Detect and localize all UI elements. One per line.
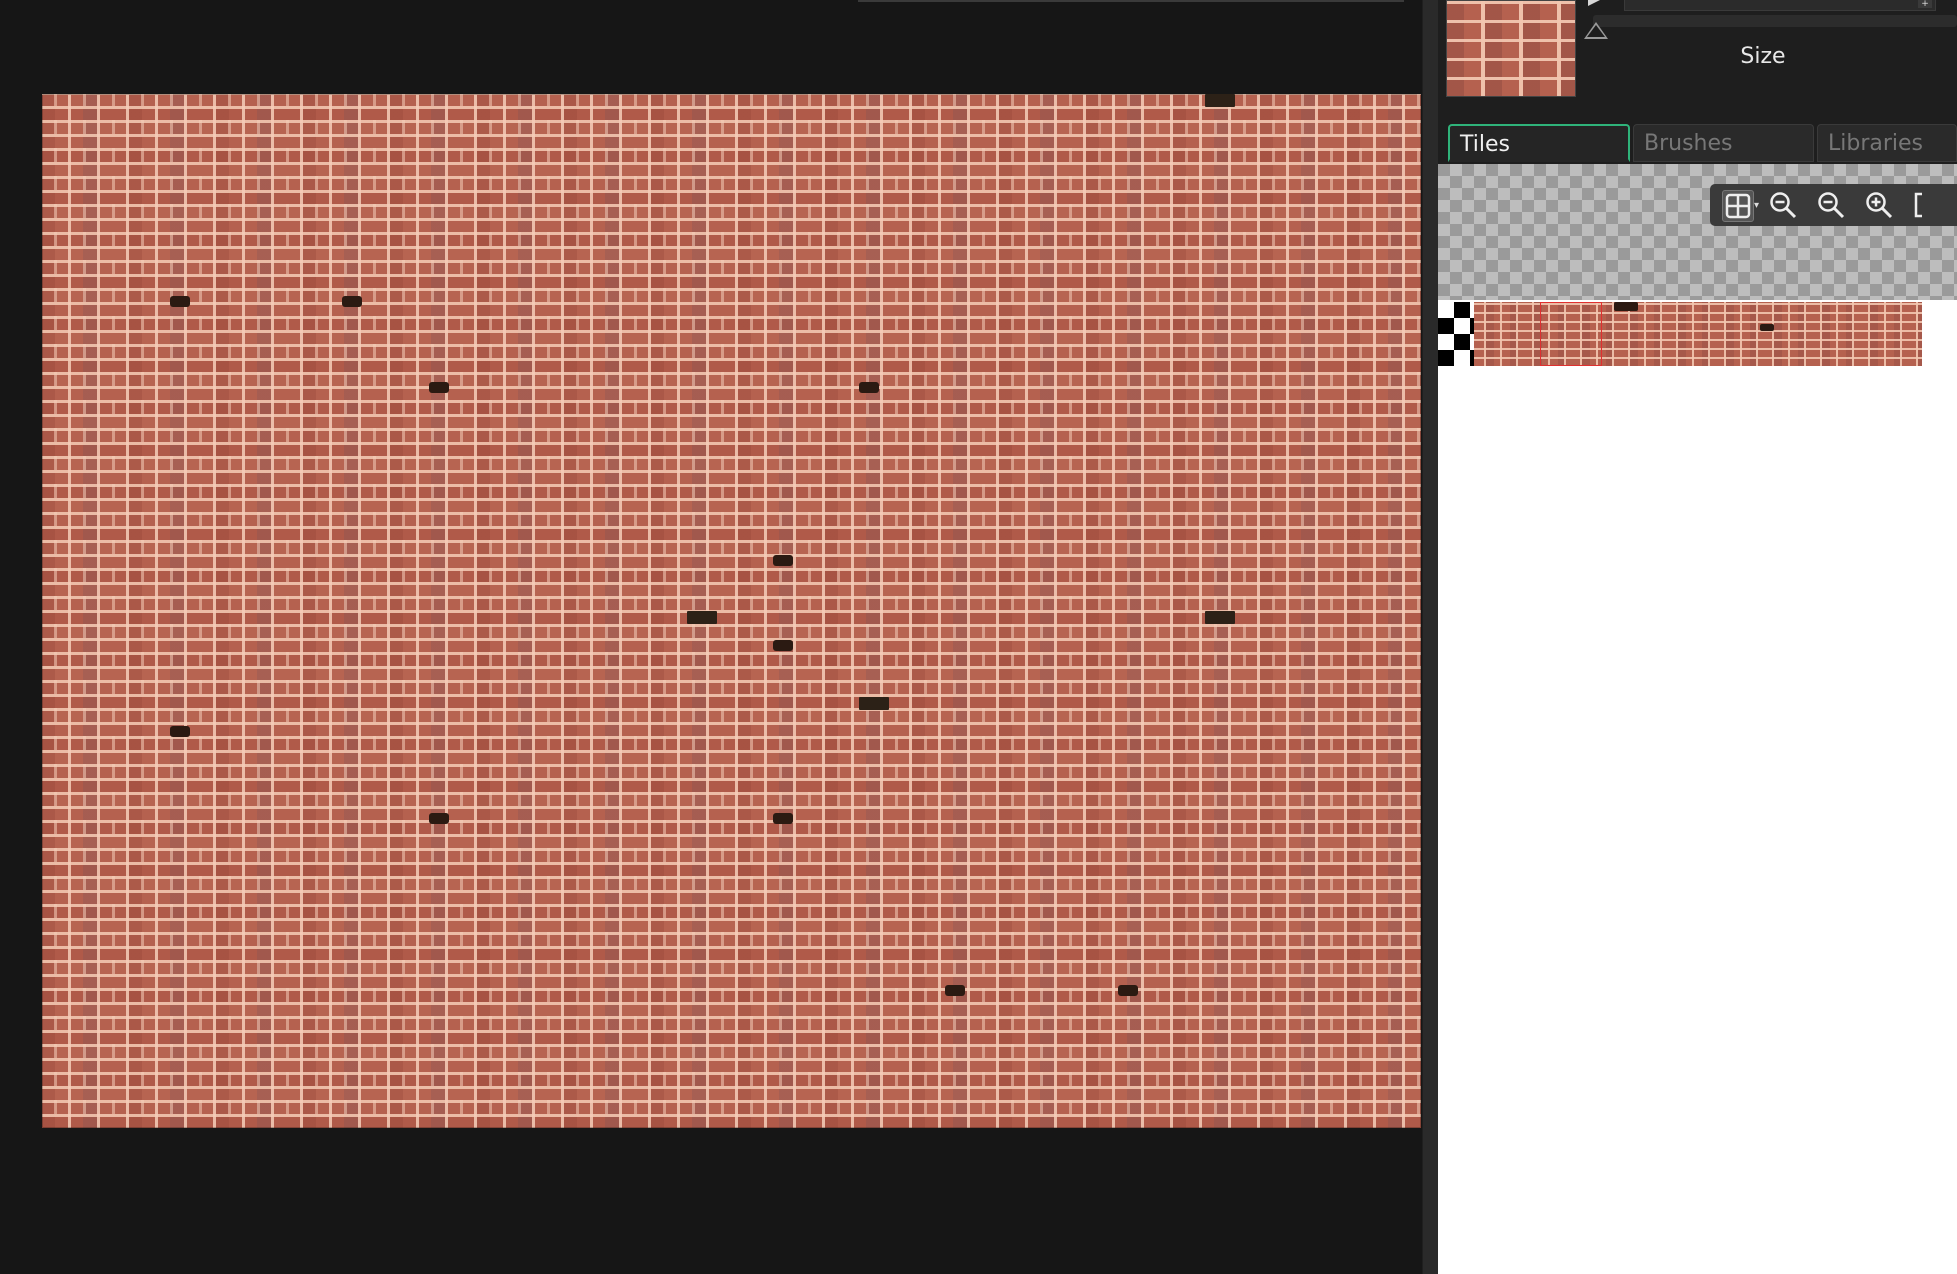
dark-brick bbox=[687, 611, 717, 624]
tab-libraries[interactable]: Libraries bbox=[1817, 124, 1957, 162]
tab-tiles[interactable]: Tiles bbox=[1448, 124, 1630, 162]
name-field[interactable] bbox=[1624, 0, 1936, 11]
empty-tile[interactable] bbox=[1438, 302, 1474, 366]
dock-splitter[interactable] bbox=[1422, 0, 1439, 1274]
zoom-out-icon[interactable] bbox=[1816, 190, 1846, 220]
zoom-in-icon[interactable] bbox=[1864, 190, 1894, 220]
fit-icon[interactable] bbox=[1912, 190, 1942, 220]
map-canvas[interactable] bbox=[42, 94, 1421, 1128]
size-slider-track[interactable] bbox=[1593, 15, 1957, 27]
tileset-toolbar: ▾ bbox=[1710, 184, 1957, 226]
dark-brick bbox=[429, 382, 449, 393]
size-label: Size bbox=[1740, 44, 1786, 69]
tileset-panel[interactable]: ▾ bbox=[1438, 164, 1957, 1274]
dark-brick bbox=[859, 697, 889, 710]
add-icon[interactable]: + bbox=[1918, 0, 1932, 9]
dark-brick bbox=[773, 640, 793, 651]
dark-brick bbox=[1614, 302, 1638, 311]
map-viewport[interactable] bbox=[0, 0, 1422, 1274]
dark-brick bbox=[429, 813, 449, 824]
tab-brushes[interactable]: Brushes bbox=[1633, 124, 1814, 162]
grid-icon[interactable] bbox=[1722, 190, 1754, 222]
dock-tab-bar: Tiles Brushes Libraries bbox=[1438, 124, 1957, 164]
dark-brick bbox=[1118, 985, 1138, 996]
dark-brick bbox=[773, 555, 793, 566]
size-slider-handle[interactable] bbox=[1584, 22, 1608, 39]
dark-brick bbox=[1760, 324, 1774, 331]
right-dock: + Size Tiles Brushes Libraries ▾ bbox=[1438, 0, 1957, 1274]
brush-preview-thumbnail bbox=[1446, 0, 1576, 97]
dark-brick bbox=[170, 726, 190, 737]
dark-brick bbox=[773, 813, 793, 824]
app-window: + Size Tiles Brushes Libraries ▾ bbox=[0, 0, 1957, 1274]
dark-brick bbox=[342, 296, 362, 307]
dark-brick bbox=[1205, 94, 1235, 107]
dark-brick bbox=[1205, 611, 1235, 624]
dark-brick bbox=[170, 296, 190, 307]
zoom-out-icon[interactable] bbox=[1768, 190, 1798, 220]
dark-brick bbox=[945, 985, 965, 996]
horizontal-scrollbar[interactable] bbox=[858, 0, 1404, 2]
dark-brick bbox=[859, 382, 879, 393]
play-icon[interactable] bbox=[1588, 0, 1600, 6]
tileset-tiles[interactable] bbox=[1438, 302, 1922, 366]
chevron-down-icon[interactable]: ▾ bbox=[1754, 200, 1759, 211]
selected-tile[interactable] bbox=[1540, 302, 1602, 366]
